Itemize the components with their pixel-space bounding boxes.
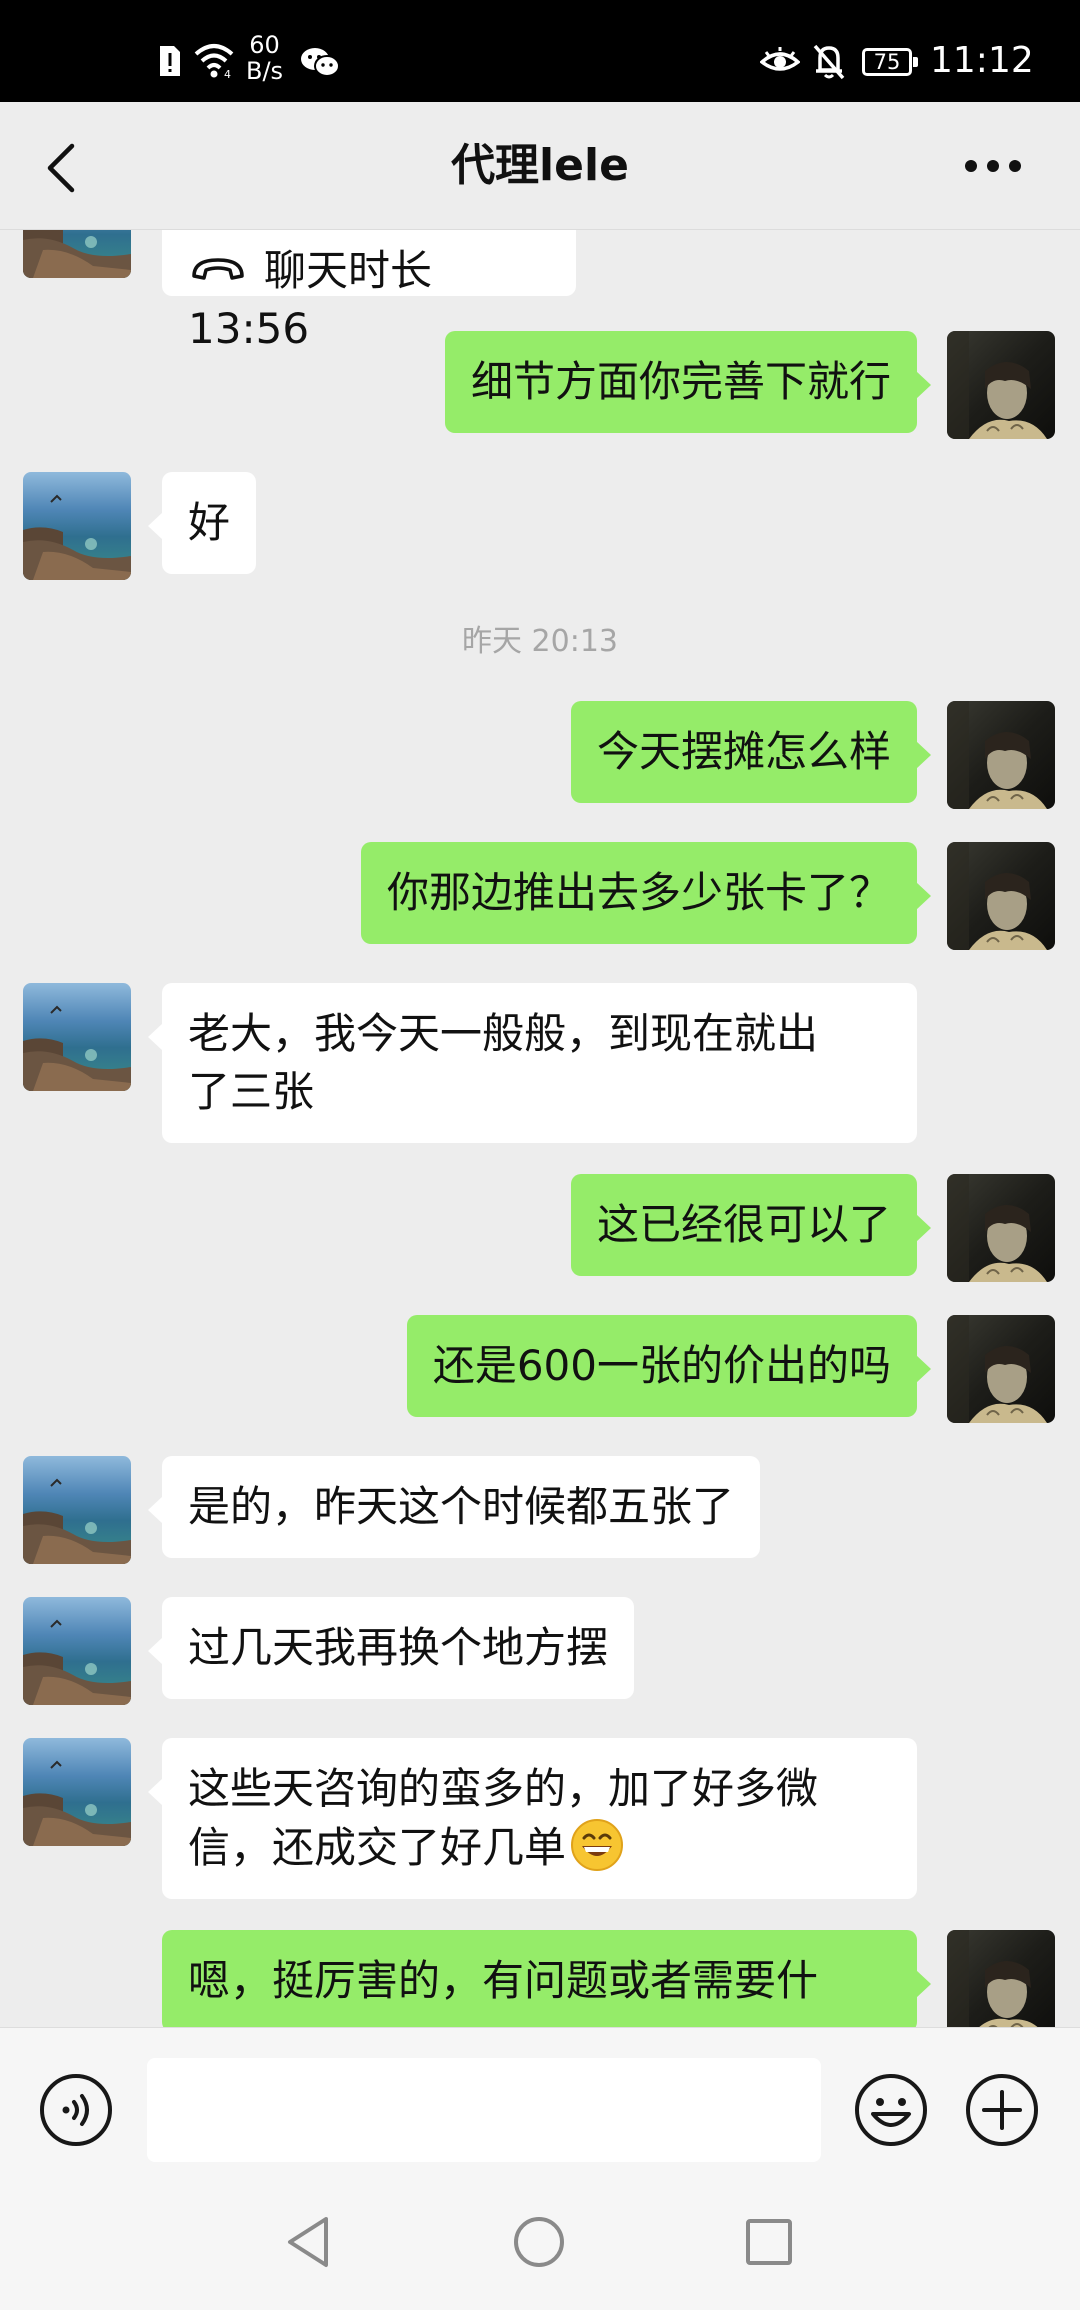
my-avatar[interactable] (947, 1174, 1055, 1282)
system-nav-bar (0, 2163, 1080, 2310)
sim-alert-icon (160, 46, 180, 76)
my-avatar[interactable] (947, 701, 1055, 809)
contact-avatar[interactable] (23, 1456, 131, 1564)
their-message-bubble[interactable]: 过几天我再换个地方摆 (147, 1597, 635, 1699)
contact-avatar[interactable] (23, 472, 131, 580)
nav-home-icon[interactable] (512, 2215, 566, 2269)
network-speed: 60 B/s (246, 31, 284, 85)
status-bar: 4 60 B/s 75 11:12 (0, 0, 1080, 102)
my-message-bubble[interactable]: 这已经很可以了 (570, 1174, 932, 1276)
message-list[interactable]: 聊天时长 13:56 细节方面你完善下就行 好 昨天 20:13 今天摆摊怎么样… (0, 230, 1080, 2027)
my-message-bubble[interactable]: 今天摆摊怎么样 (570, 701, 932, 803)
their-message-bubble[interactable]: 好 (147, 472, 257, 574)
their-message-bubble[interactable]: 这些天咨询的蛮多的，加了好多微 信，还成交了好几单 (148, 1738, 917, 1899)
call-record-bubble[interactable]: 聊天时长 13:56 (162, 230, 576, 353)
message-input[interactable] (147, 2058, 821, 2162)
wifi-icon: 4 (194, 44, 234, 78)
nav-recents-icon[interactable] (744, 2217, 794, 2267)
voice-input-icon[interactable] (38, 2072, 114, 2148)
my-avatar[interactable] (947, 1930, 1055, 2027)
emoji-smile-icon[interactable] (853, 2072, 929, 2148)
my-avatar[interactable] (947, 1315, 1055, 1423)
clock: 11:12 (930, 40, 1034, 81)
contact-avatar[interactable] (23, 1738, 131, 1846)
mute-bell-icon (813, 44, 845, 80)
grinning-face-emoji (571, 1819, 624, 1871)
contact-avatar[interactable] (23, 230, 131, 278)
my-avatar[interactable] (947, 331, 1055, 439)
wechat-notification-icon (301, 48, 340, 77)
phone-icon (192, 258, 244, 280)
contact-avatar[interactable] (23, 983, 131, 1091)
chat-header: 代理lele (0, 102, 1080, 230)
my-message-bubble[interactable]: 嗯，挺厉害的，有问题或者需要什 (162, 1930, 931, 2027)
their-message-bubble[interactable]: 是的，昨天这个时候都五张了 (147, 1456, 761, 1558)
my-message-bubble[interactable]: 细节方面你完善下就行 (444, 331, 932, 433)
svg-text:4: 4 (224, 68, 231, 78)
my-message-bubble[interactable]: 你那边推出去多少张卡了？ (360, 842, 932, 944)
their-message-bubble[interactable]: 老大，我今天一般般，到现在就出 了三张 (148, 983, 917, 1143)
input-bar (0, 2027, 1080, 2163)
more-dots-icon[interactable] (964, 158, 1022, 174)
page-title: 代理lele (451, 140, 629, 191)
message-timestamp: 昨天 20:13 (462, 624, 618, 659)
contact-avatar[interactable] (23, 1597, 131, 1705)
plus-circle-icon[interactable] (964, 2072, 1040, 2148)
my-avatar[interactable] (947, 842, 1055, 950)
battery-icon: 75 (862, 48, 918, 76)
eye-comfort-icon (760, 47, 800, 71)
nav-back-icon[interactable] (284, 2215, 332, 2269)
my-message-bubble[interactable]: 还是600一张的价出的吗 (406, 1315, 932, 1417)
